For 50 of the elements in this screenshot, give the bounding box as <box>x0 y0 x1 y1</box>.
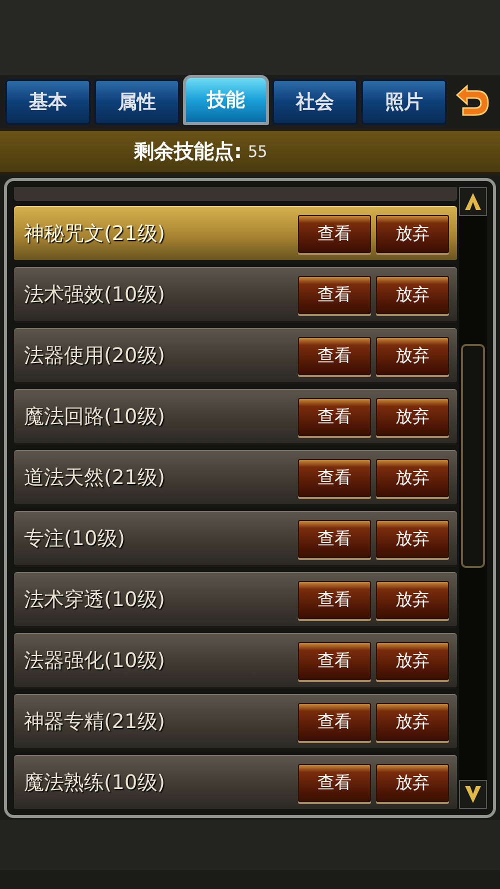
skill-row[interactable]: 神秘咒文(21级) 查看 放弃 <box>14 206 457 262</box>
view-button[interactable]: 查看 <box>298 458 371 496</box>
skill-row[interactable]: 魔法回路(10级) 查看 放弃 <box>14 389 457 445</box>
scrollbar-thumb[interactable] <box>461 344 485 568</box>
skill-name: 神器专精(21级) <box>24 708 166 735</box>
skill-row[interactable]: 法器强化(10级) 查看 放弃 <box>14 633 457 689</box>
skill-name: 法器使用(20级) <box>24 342 166 369</box>
skill-name: 法术穿透(10级) <box>24 586 166 613</box>
back-icon[interactable] <box>453 83 491 119</box>
skill-row[interactable]: 魔法熟练(10级) 查看 放弃 <box>14 755 457 809</box>
tab[interactable]: 社会 <box>272 79 358 125</box>
skill-row[interactable]: 法术穿透(10级) 查看 放弃 <box>14 572 457 628</box>
skill-name: 魔法回路(10级) <box>24 403 166 430</box>
tab[interactable]: 照片 <box>361 79 447 125</box>
skill-points-label: 剩余技能点: <box>134 138 242 165</box>
view-button[interactable]: 查看 <box>298 336 371 374</box>
abandon-button[interactable]: 放弃 <box>376 398 449 436</box>
scroll-up-icon[interactable] <box>459 187 487 216</box>
skill-name: 法器强化(10级) <box>24 647 166 674</box>
abandon-button[interactable]: 放弃 <box>376 214 449 252</box>
view-button[interactable]: 查看 <box>298 520 371 558</box>
skill-name: 神秘咒文(21级) <box>24 220 166 247</box>
abandon-button[interactable]: 放弃 <box>376 520 449 558</box>
scroll-down-icon[interactable] <box>459 780 487 809</box>
skill-points-value: 55 <box>248 142 268 161</box>
tab[interactable]: 属性 <box>94 79 180 125</box>
tab[interactable]: 基本 <box>5 79 91 125</box>
skill-name: 道法天然(21级) <box>24 464 166 491</box>
skill-name: 魔法熟练(10级) <box>24 769 166 796</box>
view-button[interactable]: 查看 <box>298 642 371 680</box>
abandon-button[interactable]: 放弃 <box>376 336 449 374</box>
skill-row[interactable]: 道法天然(21级) 查看 放弃 <box>14 450 457 506</box>
view-button[interactable]: 查看 <box>298 580 371 618</box>
skill-name: 专注(10级) <box>24 525 126 552</box>
abandon-button[interactable]: 放弃 <box>376 642 449 680</box>
skill-row[interactable]: 法器使用(20级) 查看 放弃 <box>14 328 457 384</box>
view-button[interactable]: 查看 <box>298 276 371 314</box>
view-button[interactable]: 查看 <box>298 398 371 436</box>
skill-row[interactable]: 法术强效(10级) 查看 放弃 <box>14 267 457 323</box>
skill-row[interactable]: 神器专精(21级) 查看 放弃 <box>14 694 457 750</box>
skill-name: 法术强效(10级) <box>24 281 166 308</box>
skill-row[interactable]: 专注(10级) 查看 放弃 <box>14 511 457 567</box>
abandon-button[interactable]: 放弃 <box>376 276 449 314</box>
view-button[interactable]: 查看 <box>298 702 371 740</box>
abandon-button[interactable]: 放弃 <box>376 580 449 618</box>
view-button[interactable]: 查看 <box>298 764 371 802</box>
abandon-button[interactable]: 放弃 <box>376 458 449 496</box>
abandon-button[interactable]: 放弃 <box>376 702 449 740</box>
view-button[interactable]: 查看 <box>298 214 371 252</box>
abandon-button[interactable]: 放弃 <box>376 764 449 802</box>
